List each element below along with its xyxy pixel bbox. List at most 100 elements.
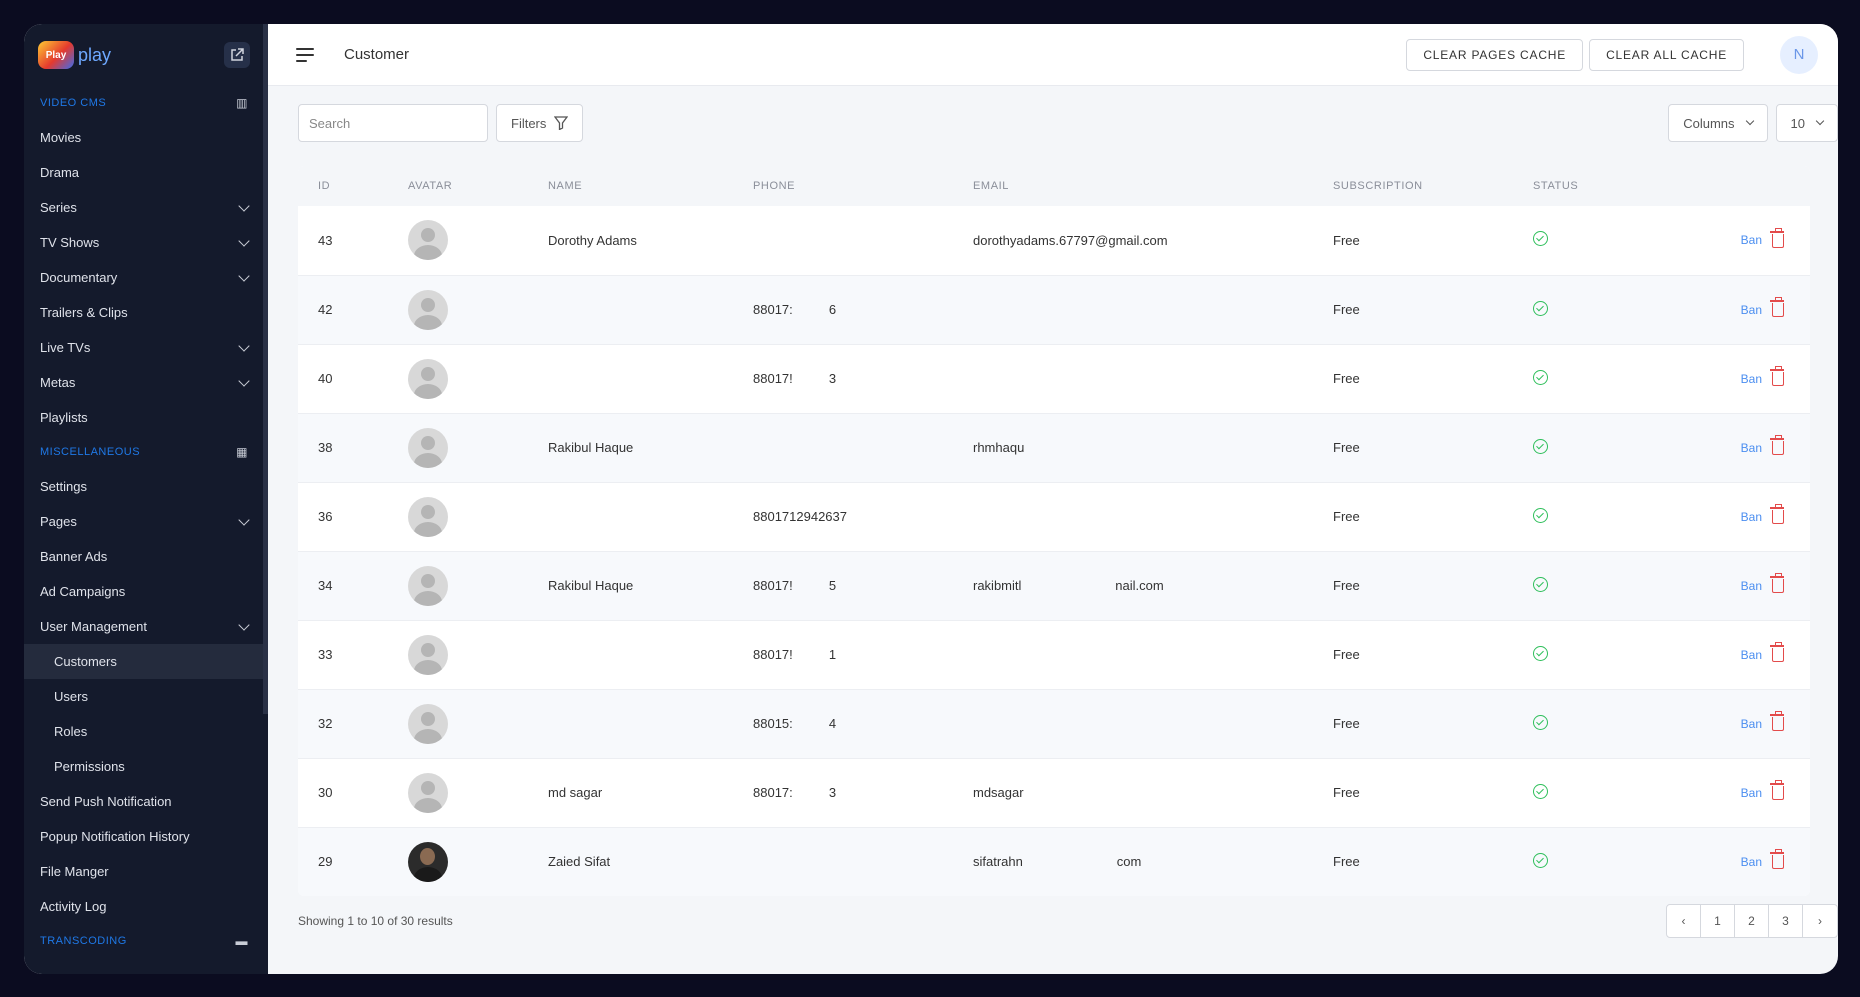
chevron-down-icon — [238, 513, 250, 526]
table-row[interactable]: 33 88017! 1 Free Ban — [298, 620, 1810, 690]
sidebar-item-label: Ad Campaigns — [40, 584, 126, 599]
ban-button[interactable]: Ban — [1741, 648, 1762, 662]
ban-button[interactable]: Ban — [1741, 717, 1762, 731]
check-circle-icon — [1533, 714, 1548, 730]
trash-icon[interactable] — [1770, 435, 1784, 456]
sidebar-item-user-management[interactable]: User Management — [24, 609, 268, 644]
sidebar-item-metas[interactable]: Metas — [24, 365, 268, 400]
search-input[interactable] — [298, 104, 488, 142]
pagination-page-2[interactable]: 2 — [1735, 905, 1769, 937]
clear-pages-cache-button[interactable]: CLEAR PAGES CACHE — [1406, 38, 1584, 71]
ban-button[interactable]: Ban — [1741, 441, 1762, 455]
table-row[interactable]: 40 88017! 3 Free Ban — [298, 344, 1810, 414]
cell-status — [1533, 551, 1663, 621]
table-footer: Showing 1 to 10 of 30 results ‹ 1 2 3 › — [298, 904, 1838, 938]
sidebar-item-label: Documentary — [40, 270, 118, 285]
check-circle-icon — [1533, 507, 1548, 523]
cell-actions: Ban — [1663, 344, 1810, 414]
ban-button[interactable]: Ban — [1741, 303, 1762, 317]
avatar — [408, 772, 448, 813]
table-row[interactable]: 36 8801712942637 Free Ban — [298, 482, 1810, 552]
external-link-icon[interactable] — [224, 42, 250, 68]
sidebar-item-documentary[interactable]: Documentary — [24, 260, 268, 295]
trash-icon[interactable] — [1770, 228, 1784, 249]
cell-id: 40 — [298, 344, 408, 414]
sidebar-item-banner-ads[interactable]: Banner Ads — [24, 539, 268, 574]
sidebar-item-tv-shows[interactable]: TV Shows — [24, 225, 268, 260]
table-row[interactable]: 38 Rakibul Haque rhmhaqu Free Ban — [298, 413, 1810, 483]
avatar — [408, 427, 448, 468]
pagination-page-1[interactable]: 1 — [1701, 905, 1735, 937]
cell-actions: Ban — [1663, 551, 1810, 621]
sidebar-item-users[interactable]: Users — [24, 679, 268, 714]
trash-icon[interactable] — [1770, 711, 1784, 732]
ban-button[interactable]: Ban — [1741, 786, 1762, 800]
clear-all-cache-button[interactable]: CLEAR ALL CACHE — [1589, 38, 1744, 71]
avatar — [408, 289, 448, 330]
ban-button[interactable]: Ban — [1741, 372, 1762, 386]
sidebar-item-label: Send Push Notification — [40, 794, 172, 809]
sidebar-section-video-cms: VIDEO CMS ▥ — [24, 86, 268, 120]
pagination-page-3[interactable]: 3 — [1769, 905, 1803, 937]
sidebar-item-send-push-notification[interactable]: Send Push Notification — [24, 784, 268, 819]
columns-dropdown[interactable]: Columns — [1668, 104, 1768, 142]
sidebar-item-trailers-clips[interactable]: Trailers & Clips — [24, 295, 268, 330]
avatar — [408, 358, 448, 399]
filters-button[interactable]: Filters — [496, 104, 584, 142]
cell-id: 38 — [298, 413, 408, 483]
trash-icon[interactable] — [1770, 642, 1784, 663]
pagination-prev[interactable]: ‹ — [1667, 905, 1701, 937]
table-row[interactable]: 43 Dorothy Adams dorothyadams.67797@gmail.… — [298, 206, 1810, 276]
trash-icon[interactable] — [1770, 849, 1784, 870]
trash-icon[interactable] — [1770, 504, 1784, 525]
table-row[interactable]: 30 md sagar 88017: 3 mdsagar Free Ban — [298, 758, 1810, 828]
trash-icon[interactable] — [1770, 297, 1784, 318]
column-header-status: STATUS — [1533, 166, 1663, 206]
cell-subscription: Free — [1333, 551, 1533, 621]
sidebar-item-pages[interactable]: Pages — [24, 504, 268, 539]
sidebar-item-customers[interactable]: Customers — [24, 644, 268, 679]
cell-avatar — [408, 482, 548, 552]
table-row[interactable]: 42 88017: 6 Free Ban — [298, 275, 1810, 345]
ban-button[interactable]: Ban — [1741, 579, 1762, 593]
check-circle-icon — [1533, 231, 1548, 247]
sidebar-item-movies[interactable]: Movies — [24, 120, 268, 155]
table-row[interactable]: 34 Rakibul Haque 88017! 5 rakibmitl nail.co… — [298, 551, 1810, 621]
sidebar-item-roles[interactable]: Roles — [24, 714, 268, 749]
sidebar-item-live-tvs[interactable]: Live TVs — [24, 330, 268, 365]
pagination-next[interactable]: › — [1803, 905, 1837, 937]
ban-button[interactable]: Ban — [1741, 510, 1762, 524]
sidebar-item-ad-campaigns[interactable]: Ad Campaigns — [24, 574, 268, 609]
sidebar-item-file-manger[interactable]: File Manger — [24, 854, 268, 889]
column-header-actions — [1663, 166, 1810, 206]
table-row[interactable]: 32 88015: 4 Free Ban — [298, 689, 1810, 759]
column-header-email: EMAIL — [973, 166, 1333, 206]
cell-subscription: Free — [1333, 482, 1533, 552]
sidebar-item-label: Settings — [40, 479, 87, 494]
sidebar-item-series[interactable]: Series — [24, 190, 268, 225]
sidebar-item-settings[interactable]: Settings — [24, 469, 268, 504]
menu-icon[interactable] — [296, 47, 314, 62]
cell-id: 32 — [298, 689, 408, 759]
user-avatar[interactable]: N — [1780, 35, 1818, 74]
table-row[interactable]: 29 Zaied Sifat sifatrahn com Free Ban — [298, 827, 1810, 896]
trash-icon[interactable] — [1770, 366, 1784, 387]
trash-icon[interactable] — [1770, 780, 1784, 801]
trash-icon[interactable] — [1770, 573, 1784, 594]
chevron-down-icon — [238, 234, 250, 247]
sidebar-item-label: Pages — [40, 514, 77, 529]
sidebar-item-activity-log[interactable]: Activity Log — [24, 889, 268, 924]
column-header-subscription: SUBSCRIPTION — [1333, 166, 1533, 206]
ban-button[interactable]: Ban — [1741, 855, 1762, 869]
avatar — [408, 565, 448, 606]
sidebar-item-permissions[interactable]: Permissions — [24, 749, 268, 784]
page-size-select[interactable]: 10 — [1775, 104, 1838, 142]
sidebar-item-playlists[interactable]: Playlists — [24, 400, 268, 435]
logo[interactable]: Play play — [38, 41, 111, 69]
cell-subscription: Free — [1333, 758, 1533, 828]
cell-subscription: Free — [1333, 689, 1533, 759]
sidebar-item-popup-notification-history[interactable]: Popup Notification History — [24, 819, 268, 854]
sidebar-item-drama[interactable]: Drama — [24, 155, 268, 190]
ban-button[interactable]: Ban — [1741, 233, 1762, 247]
cell-email — [973, 482, 1333, 552]
